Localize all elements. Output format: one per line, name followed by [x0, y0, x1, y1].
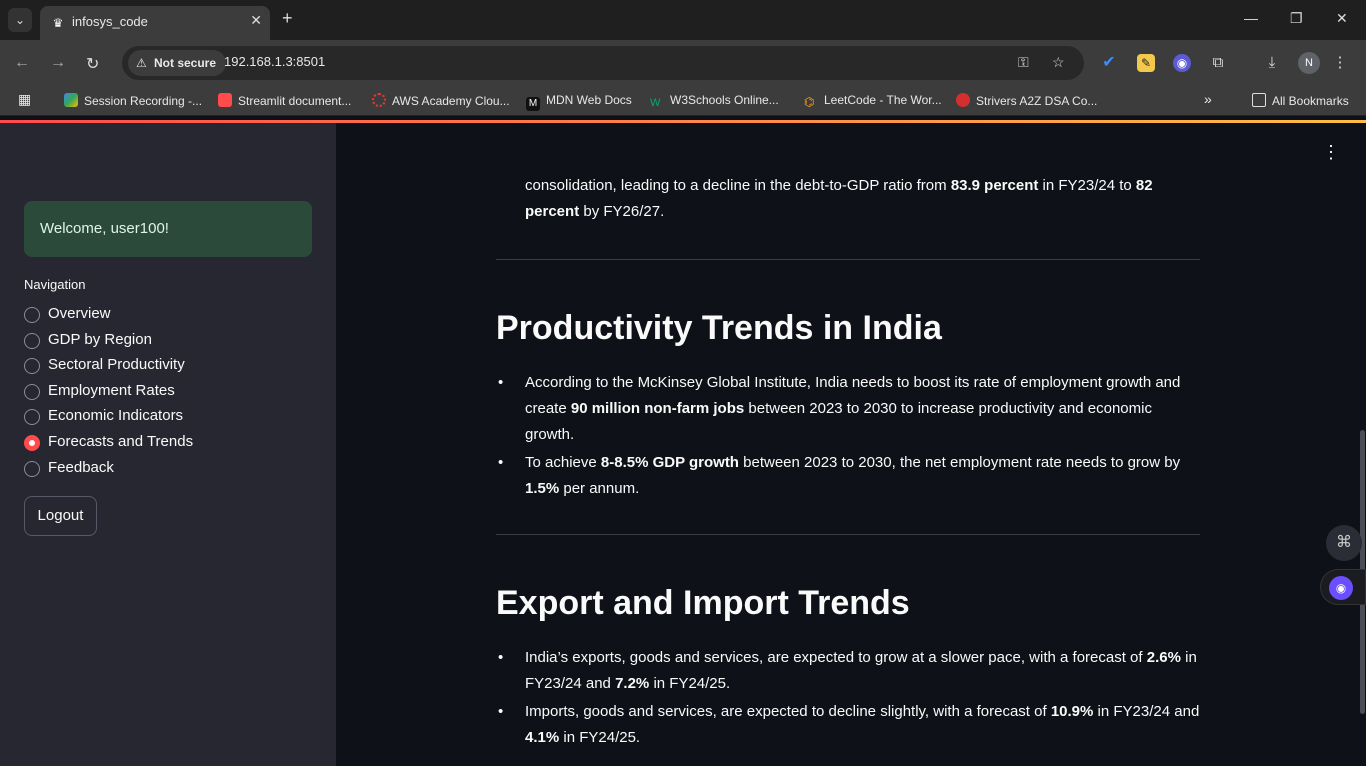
assistant-widget-button[interactable]: ◉	[1320, 569, 1366, 605]
nav-label: Feedback	[48, 459, 114, 476]
divider	[496, 534, 1200, 535]
new-tab-icon[interactable]: +	[282, 8, 293, 29]
download-icon[interactable]: ⤓	[1263, 54, 1281, 72]
leetcode-icon: ⌬	[804, 95, 815, 109]
nav-label: Overview	[48, 305, 111, 322]
divider	[496, 259, 1200, 260]
bookmark-item[interactable]: Session Recording -...	[64, 93, 202, 108]
assistant-icon: ◉	[1329, 576, 1353, 600]
bookmark-label: Strivers A2Z DSA Co...	[976, 94, 1098, 108]
aws-academy-icon	[372, 93, 386, 107]
radio-icon[interactable]	[24, 409, 40, 425]
radio-icon[interactable]	[24, 358, 40, 374]
drive-icon	[64, 93, 78, 107]
avatar[interactable]: N	[1298, 52, 1320, 74]
nav-label: GDP by Region	[48, 331, 152, 348]
main-menu-icon[interactable]: ⋮	[1322, 143, 1340, 161]
bookmark-label: MDN Web Docs	[546, 93, 632, 107]
key-icon[interactable]: ⚿	[1018, 54, 1029, 71]
restore-icon[interactable]: ❐	[1290, 10, 1303, 27]
all-bookmarks[interactable]: All Bookmarks	[1252, 93, 1349, 108]
streamlit-favicon-icon: ♛	[52, 16, 64, 30]
bookmarks-bar: ▦ Session Recording -... Streamlit docum…	[0, 86, 1366, 116]
apps-grid-icon[interactable]: ▦	[18, 91, 31, 108]
content-column: consolidation, leading to a decline in t…	[496, 173, 1200, 753]
browser-toolbar: ← → ↻ ⚠ Not secure 192.168.1.3:8501 ⚿ ☆ ✔…	[0, 40, 1366, 86]
list-item: Imports, goods and services, are expecte…	[496, 699, 1200, 751]
security-label: Not secure	[154, 56, 217, 70]
logout-button[interactable]: Logout	[24, 496, 97, 536]
warning-icon: ⚠	[136, 56, 147, 70]
forward-icon[interactable]: →	[50, 54, 66, 72]
extensions-puzzle-icon[interactable]: ⧉	[1209, 54, 1227, 72]
assistant-extension-icon[interactable]: ◉	[1173, 54, 1191, 72]
browser-tab[interactable]: ♛ infosys_code ✕	[40, 6, 270, 40]
reload-icon[interactable]: ↻	[86, 54, 99, 74]
security-chip[interactable]: ⚠ Not secure	[128, 50, 227, 76]
close-icon[interactable]: ✕	[250, 12, 262, 29]
extension-icon[interactable]: ✎	[1137, 54, 1155, 72]
bookmark-item[interactable]: AWS Academy Clou...	[372, 93, 510, 108]
browser-tab-strip: ⌄ ♛ infosys_code ✕ + — ❐ ✕	[0, 0, 1366, 40]
nav-label: Sectoral Productivity	[48, 356, 185, 373]
mdn-icon: M	[526, 97, 540, 111]
window-close-icon[interactable]: ✕	[1336, 10, 1348, 27]
star-icon[interactable]: ☆	[1052, 54, 1065, 71]
bookmark-item[interactable]: Strivers A2Z DSA Co...	[956, 93, 1097, 108]
bookmark-label: Streamlit document...	[238, 94, 352, 108]
bookmark-item[interactable]: W W3Schools Online...	[650, 93, 779, 110]
radio-icon[interactable]	[24, 461, 40, 477]
list-item: To achieve 8-8.5% GDP growth between 202…	[496, 450, 1200, 502]
minimize-icon[interactable]: —	[1244, 10, 1258, 26]
navigation-title: Navigation	[24, 277, 86, 292]
main-content: ⋮ consolidation, leading to a decline in…	[336, 123, 1366, 766]
bookmark-label: Session Recording -...	[84, 94, 203, 108]
bookmark-label: W3Schools Online...	[670, 93, 779, 107]
url-text[interactable]: 192.168.1.3:8501	[224, 54, 325, 69]
sidebar: Welcome, user100! Navigation Overview GD…	[0, 123, 336, 766]
nav-label: Forecasts and Trends	[48, 433, 194, 450]
list-item: According to the McKinsey Global Institu…	[496, 370, 1200, 448]
grid-widget-icon[interactable]: ⌘	[1326, 525, 1362, 561]
bookmark-label: AWS Academy Clou...	[392, 94, 510, 108]
radio-selected-icon[interactable]	[24, 435, 40, 451]
bookmark-item[interactable]: M MDN Web Docs	[526, 93, 632, 111]
w3schools-icon: W	[650, 97, 661, 109]
welcome-message: Welcome, user100!	[24, 201, 312, 257]
browser-menu-icon[interactable]: ⋮	[1331, 54, 1349, 72]
trade-list: India’s exports, goods and services, are…	[496, 645, 1200, 751]
fiscal-paragraph: consolidation, leading to a decline in t…	[525, 177, 1153, 220]
nav-label: Economic Indicators	[48, 407, 184, 424]
radio-icon[interactable]	[24, 307, 40, 323]
trade-heading: Export and Import Trends	[496, 584, 910, 622]
bookmark-item[interactable]: ⌬ LeetCode - The Wor...	[804, 93, 942, 109]
more-bookmarks-icon[interactable]: »	[1204, 91, 1212, 107]
striver-icon	[956, 93, 970, 107]
back-icon[interactable]: ←	[14, 54, 30, 72]
folder-icon	[1252, 93, 1266, 107]
all-bookmarks-label: All Bookmarks	[1272, 94, 1349, 108]
radio-icon[interactable]	[24, 333, 40, 349]
tab-search-chevron-icon[interactable]: ⌄	[8, 8, 32, 32]
address-bar[interactable]: ⚠ Not secure 192.168.1.3:8501 ⚿ ☆	[122, 46, 1084, 80]
nav-label: Employment Rates	[48, 382, 175, 399]
bookmark-label: LeetCode - The Wor...	[824, 93, 942, 107]
list-item: India’s exports, goods and services, are…	[496, 645, 1200, 697]
check-extension-icon[interactable]: ✔	[1100, 54, 1118, 72]
bookmark-item[interactable]: Streamlit document...	[218, 93, 351, 108]
tab-title: infosys_code	[72, 14, 148, 29]
streamlit-icon	[218, 93, 232, 107]
productivity-list: According to the McKinsey Global Institu…	[496, 370, 1200, 502]
productivity-heading: Productivity Trends in India	[496, 309, 942, 347]
radio-icon[interactable]	[24, 384, 40, 400]
